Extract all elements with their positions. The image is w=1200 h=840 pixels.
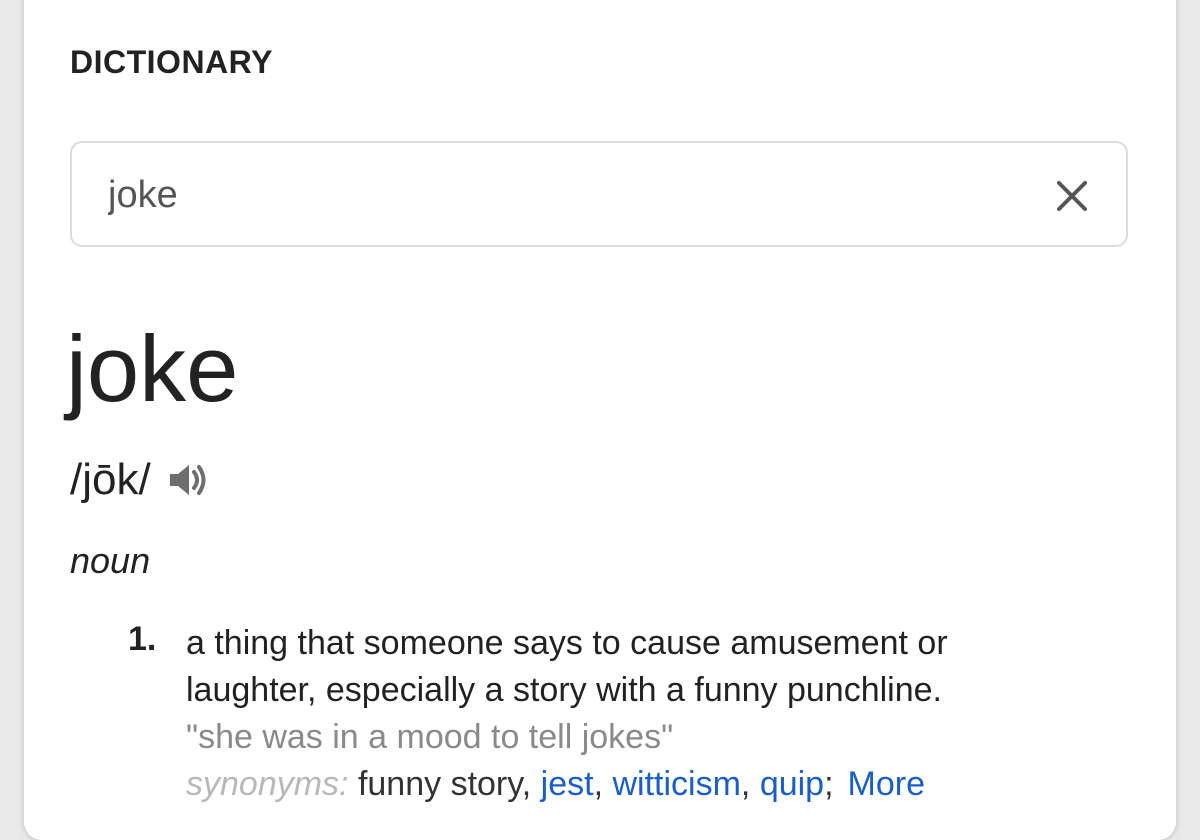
synonym-quip-link[interactable]: quip — [760, 765, 824, 803]
definition: a thing that someone says to cause amuse… — [186, 620, 1086, 808]
pronunciation: /jōk/ — [70, 455, 151, 504]
definition-number: 1. — [128, 620, 157, 658]
synonyms-row: synonyms: funny story, jest, witticism, … — [186, 765, 926, 803]
synonyms-label: synonyms: — [186, 765, 349, 803]
definition-text: a thing that someone says to cause amuse… — [186, 624, 948, 709]
card-title: DICTIONARY — [70, 44, 273, 80]
search-box — [70, 141, 1128, 247]
search-input[interactable] — [108, 169, 1008, 221]
synonym-funny-story: funny story — [357, 765, 522, 803]
synonym-jest-link[interactable]: jest — [541, 765, 594, 803]
close-icon[interactable] — [1052, 176, 1092, 216]
synonym-witticism-link[interactable]: witticism — [612, 765, 740, 803]
headword: joke — [66, 316, 239, 421]
speaker-icon[interactable] — [165, 457, 211, 503]
more-synonyms-link[interactable]: More — [848, 765, 925, 803]
part-of-speech: noun — [70, 540, 151, 581]
pronunciation-row: /jōk/ — [70, 452, 211, 508]
example-sentence: "she was in a mood to tell jokes" — [186, 718, 674, 756]
